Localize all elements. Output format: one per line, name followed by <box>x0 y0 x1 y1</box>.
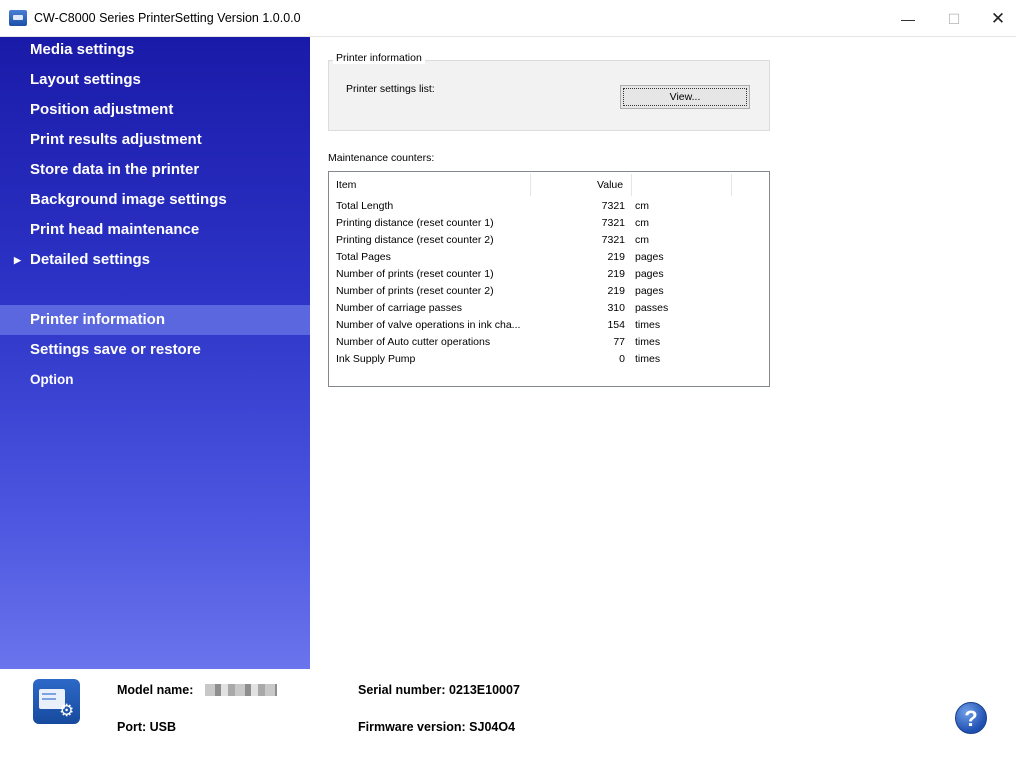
row-value: 154 <box>607 319 625 331</box>
list-row[interactable]: Number of prints (reset counter 1) 219 p… <box>329 266 769 283</box>
sidebar: Media settings Layout settings Position … <box>0 37 310 669</box>
row-item: Number of Auto cutter operations <box>336 336 491 348</box>
firmware-version-label: Firmware version: SJ04O4 <box>358 720 516 734</box>
row-unit: cm <box>635 217 649 229</box>
sidebar-item-media-settings[interactable]: Media settings <box>0 35 310 65</box>
row-unit: passes <box>635 302 669 314</box>
column-divider[interactable] <box>631 174 632 196</box>
model-name-label: Model name: <box>117 683 194 697</box>
gear-icon: ⚙ <box>59 701 75 720</box>
help-button[interactable]: ? <box>955 702 987 734</box>
maintenance-counters-label: Maintenance counters: <box>328 152 435 164</box>
sidebar-item-label: Option <box>30 372 74 387</box>
row-unit: times <box>635 353 661 365</box>
row-item: Total Length <box>336 200 394 212</box>
row-unit: times <box>635 319 661 331</box>
row-value: 77 <box>613 336 625 348</box>
row-item: Printing distance (reset counter 1) <box>336 217 494 229</box>
column-divider[interactable] <box>530 174 531 196</box>
expand-arrow-icon: ▶ <box>14 255 21 265</box>
row-item: Number of prints (reset counter 1) <box>336 268 494 280</box>
column-header-value[interactable]: Value <box>597 172 623 198</box>
model-name-redacted <box>205 684 277 696</box>
sidebar-item-label: Background image settings <box>30 191 227 208</box>
row-item: Number of prints (reset counter 2) <box>336 285 494 297</box>
serial-number-label: Serial number: 0213E10007 <box>358 683 520 697</box>
sidebar-item-settings-save-restore[interactable]: Settings save or restore <box>0 335 310 365</box>
sidebar-item-label: Media settings <box>30 41 135 58</box>
row-value: 219 <box>607 268 625 280</box>
printer-settings-list-label: Printer settings list: <box>346 83 435 95</box>
list-row[interactable]: Number of Auto cutter operations 77 time… <box>329 334 769 351</box>
list-row[interactable]: Printing distance (reset counter 1) 7321… <box>329 215 769 232</box>
sidebar-item-printer-information[interactable]: Printer information <box>0 305 310 335</box>
printer-settings-icon: ⚙ <box>33 679 80 724</box>
printer-app-icon <box>9 10 27 26</box>
sidebar-item-store-data[interactable]: Store data in the printer <box>0 155 310 185</box>
row-value: 219 <box>607 285 625 297</box>
sidebar-item-print-results-adjustment[interactable]: Print results adjustment <box>0 125 310 155</box>
sidebar-item-position-adjustment[interactable]: Position adjustment <box>0 95 310 125</box>
printer-information-heading: Printer information <box>333 52 425 64</box>
list-header: Item Value <box>329 172 769 198</box>
sidebar-item-label: Store data in the printer <box>30 161 200 178</box>
row-unit: pages <box>635 285 664 297</box>
list-row[interactable]: Total Pages 219 pages <box>329 249 769 266</box>
sidebar-item-label: Print results adjustment <box>30 131 202 148</box>
sidebar-item-background-image-settings[interactable]: Background image settings <box>0 185 310 215</box>
row-unit: pages <box>635 268 664 280</box>
sidebar-item-label: Detailed settings <box>30 251 151 268</box>
row-unit: cm <box>635 200 649 212</box>
row-item: Number of valve operations in ink cha... <box>336 319 521 331</box>
sidebar-item-label: Position adjustment <box>30 101 174 118</box>
maintenance-counters-list[interactable]: Item Value Total Length 7321 cm Printing… <box>328 171 770 387</box>
title-bar: CW-C8000 Series PrinterSetting Version 1… <box>0 0 1016 37</box>
list-row[interactable]: Number of valve operations in ink cha...… <box>329 317 769 334</box>
column-divider[interactable] <box>731 174 732 196</box>
row-item: Total Pages <box>336 251 391 263</box>
sidebar-item-label: Printer information <box>30 311 166 328</box>
list-row[interactable]: Total Length 7321 cm <box>329 198 769 215</box>
row-item: Number of carriage passes <box>336 302 463 314</box>
row-item: Ink Supply Pump <box>336 353 416 365</box>
sidebar-item-label: Print head maintenance <box>30 221 200 238</box>
list-row[interactable]: Ink Supply Pump 0 times <box>329 351 769 368</box>
list-row[interactable]: Number of carriage passes 310 passes <box>329 300 769 317</box>
sidebar-item-detailed-settings[interactable]: ▶ Detailed settings <box>0 245 310 275</box>
list-row[interactable]: Number of prints (reset counter 2) 219 p… <box>329 283 769 300</box>
row-value: 310 <box>607 302 625 314</box>
row-unit: pages <box>635 251 664 263</box>
row-value: 7321 <box>601 217 625 229</box>
window-title: CW-C8000 Series PrinterSetting Version 1… <box>34 11 301 25</box>
sidebar-item-print-head-maintenance[interactable]: Print head maintenance <box>0 215 310 245</box>
column-header-item[interactable]: Item <box>336 172 356 198</box>
row-unit: cm <box>635 234 649 246</box>
port-label: Port: USB <box>117 720 177 734</box>
row-value: 7321 <box>601 200 625 212</box>
close-button[interactable]: ✕ <box>975 5 1016 33</box>
view-button[interactable]: View... <box>620 85 750 109</box>
minimize-button[interactable]: — <box>885 5 931 33</box>
row-value: 7321 <box>601 234 625 246</box>
list-row[interactable]: Printing distance (reset counter 2) 7321… <box>329 232 769 249</box>
maximize-button[interactable]: ☐ <box>931 5 977 33</box>
sidebar-item-option[interactable]: Option <box>0 365 310 395</box>
row-item: Printing distance (reset counter 2) <box>336 234 494 246</box>
sidebar-item-label: Layout settings <box>30 71 141 88</box>
row-value: 219 <box>607 251 625 263</box>
row-value: 0 <box>619 353 625 365</box>
sidebar-item-label: Settings save or restore <box>30 341 201 358</box>
sidebar-item-layout-settings[interactable]: Layout settings <box>0 65 310 95</box>
row-unit: times <box>635 336 661 348</box>
